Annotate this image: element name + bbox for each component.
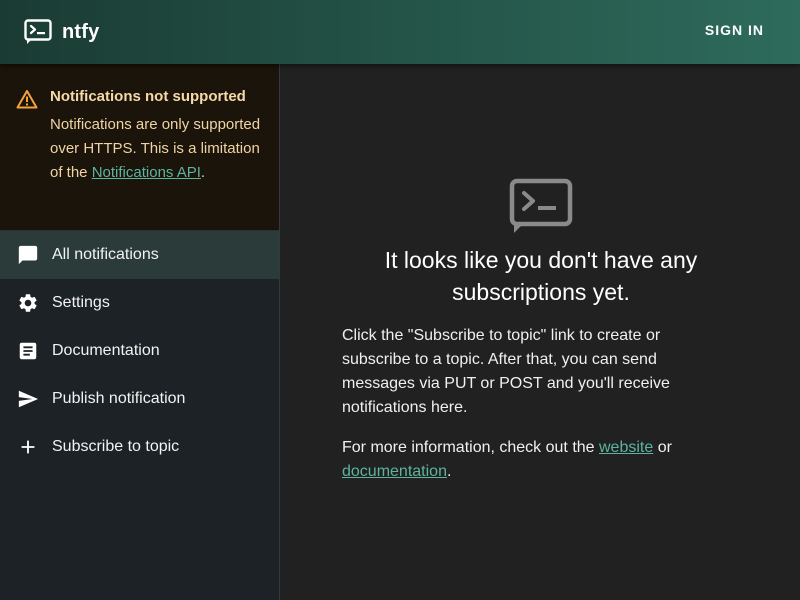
send-icon: [16, 387, 40, 411]
sidebar-item-label: All notifications: [52, 246, 159, 263]
notifications-api-link[interactable]: Notifications API: [92, 164, 201, 181]
alert-body-suffix: .: [200, 164, 206, 181]
documentation-link[interactable]: documentation: [342, 463, 447, 480]
document-icon: [16, 339, 40, 363]
empty-state-headline: It looks like you don't have any subscri…: [384, 247, 698, 305]
sidebar-item-subscribe-to-topic[interactable]: Subscribe to topic: [0, 423, 279, 471]
website-link[interactable]: website: [599, 439, 653, 456]
plus-icon: [16, 435, 40, 459]
more-info-paragraph: For more information, check out the webs…: [342, 436, 692, 484]
sidebar-item-label: Subscribe to topic: [52, 438, 180, 455]
terminal-icon: [509, 178, 573, 233]
sidebar-item-label: Documentation: [52, 342, 160, 359]
sidebar: Notifications not supported Notification…: [0, 64, 280, 600]
app-title: ntfy: [62, 20, 100, 43]
sidebar-item-publish-notification[interactable]: Publish notification: [0, 375, 279, 423]
sidebar-item-label: Settings: [52, 294, 110, 311]
sign-in-button[interactable]: SIGN IN: [705, 22, 764, 38]
chat-bubble-icon: [16, 243, 40, 267]
sidebar-item-label: Publish notification: [52, 390, 186, 407]
app-bar: ntfy SIGN IN: [0, 0, 800, 64]
sidebar-item-documentation[interactable]: Documentation: [0, 327, 279, 375]
more-info-middle: or: [653, 439, 672, 456]
sidebar-item-all-notifications[interactable]: All notifications: [0, 231, 279, 279]
alert-title: Notifications not supported: [50, 88, 246, 105]
sidebar-nav: All notifications Settings Documentation…: [0, 231, 279, 471]
notifications-warning-alert: Notifications not supported Notification…: [0, 64, 279, 231]
empty-state-instructions: Click the "Subscribe to topic" link to c…: [342, 327, 670, 416]
alert-body: Notifications are only supported over HT…: [50, 113, 265, 185]
more-info-suffix: .: [446, 463, 452, 480]
sidebar-item-settings[interactable]: Settings: [0, 279, 279, 327]
gear-icon: [16, 291, 40, 315]
more-info-prefix: For more information, check out the: [342, 439, 599, 456]
warning-icon: [16, 90, 38, 109]
main-content: It looks like you don't have any subscri…: [281, 64, 800, 600]
terminal-icon: [24, 19, 52, 44]
